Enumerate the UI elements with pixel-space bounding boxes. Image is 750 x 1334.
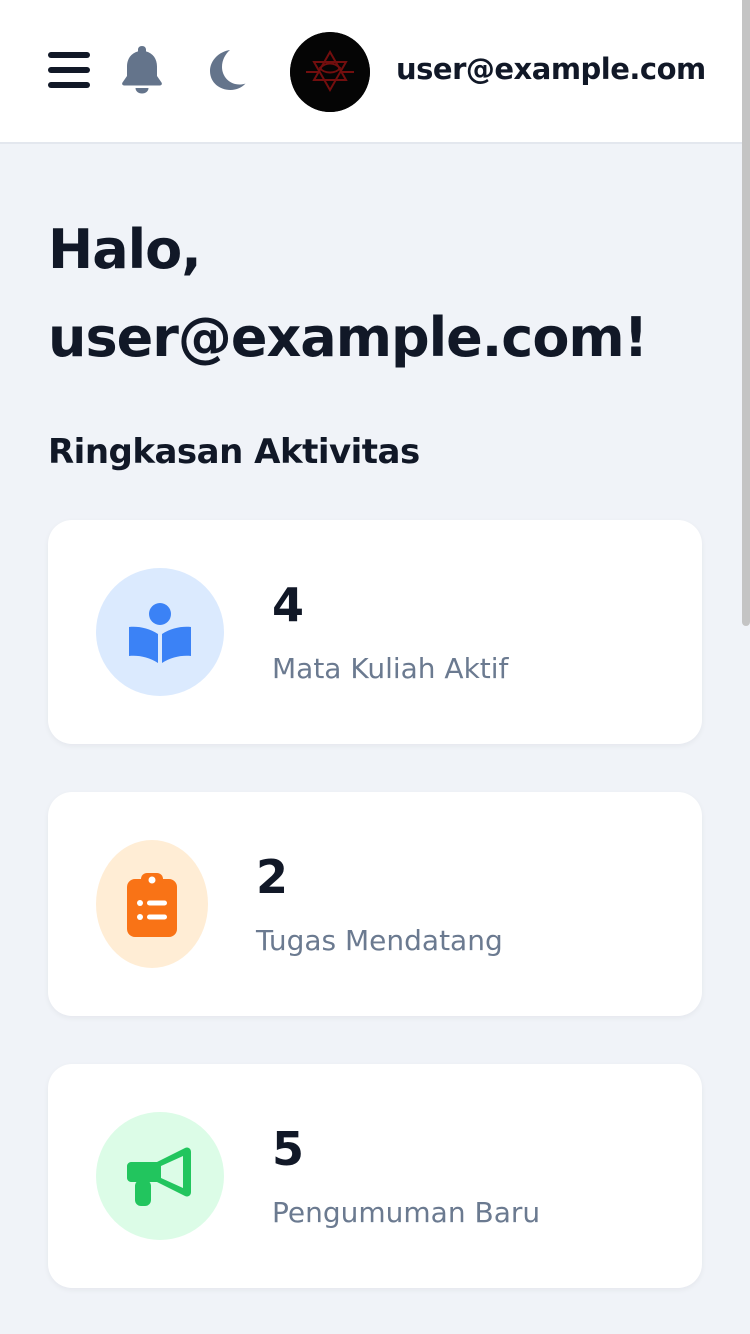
greeting-name: user@example.com!	[48, 306, 648, 369]
assignments-label: Tugas Mendatang	[256, 924, 503, 957]
summary-card-announcements[interactable]: 5 Pengumuman Baru	[48, 1064, 702, 1288]
announcements-count: 5	[272, 1122, 305, 1176]
greeting-prefix: Halo,	[48, 218, 202, 281]
moon-icon[interactable]	[206, 48, 248, 92]
megaphone-icon	[96, 1112, 224, 1240]
avatar[interactable]	[290, 32, 370, 112]
scrollbar[interactable]	[742, 0, 750, 626]
bell-icon[interactable]	[120, 44, 164, 94]
summary-card-courses[interactable]: 4 Mata Kuliah Aktif	[48, 520, 702, 744]
courses-count: 4	[272, 578, 305, 632]
assignments-count: 2	[256, 850, 289, 904]
announcements-label: Pengumuman Baru	[272, 1196, 541, 1229]
clipboard-list-icon	[96, 840, 208, 968]
book-reader-icon	[96, 568, 224, 696]
user-email[interactable]: user@example.com	[396, 52, 706, 86]
menu-icon[interactable]	[48, 50, 90, 90]
top-navbar: user@example.com	[0, 0, 750, 144]
section-title: Ringkasan Aktivitas	[48, 432, 420, 472]
greeting-heading: Halo, user@example.com!	[48, 206, 708, 382]
courses-label: Mata Kuliah Aktif	[272, 652, 509, 685]
summary-card-assignments[interactable]: 2 Tugas Mendatang	[48, 792, 702, 1016]
